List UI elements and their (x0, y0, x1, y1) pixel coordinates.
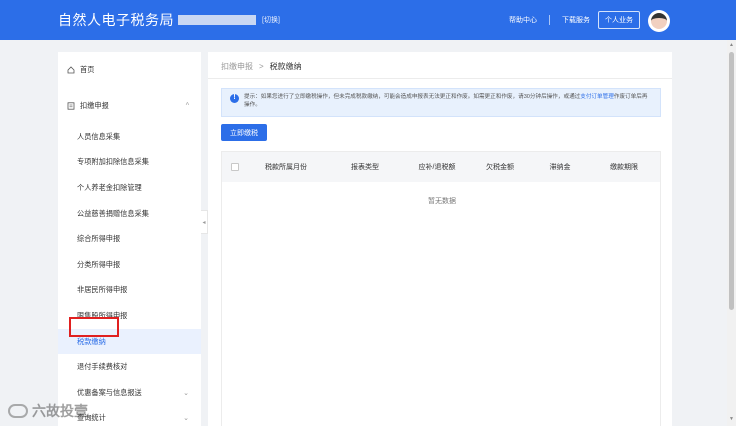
sidebar-item-restricted-stock[interactable]: 限售股所得申报 (58, 303, 201, 329)
scroll-up-arrow-icon[interactable]: ▲ (729, 42, 734, 48)
sidebar-item-tax-payment[interactable]: 税款缴纳 (58, 328, 201, 355)
tax-payment-table: 税款所属月份 报表类型 应补/退税额 欠税金额 滞纳金 缴款期限 暂无数据 (221, 151, 661, 426)
tip-text: 提示：如果您进行了立即缴税操作，但未完成税款缴纳，可能会造成申报表无法更正和作废… (244, 94, 581, 100)
sidebar-item-label: 优惠备案与信息报送 (77, 387, 142, 397)
sidebar-item-label: 综合所得申报 (77, 234, 121, 244)
page-scrollbar-thumb[interactable] (729, 52, 734, 310)
sidebar-item-label: 非居民所得申报 (77, 285, 128, 295)
personal-business-button[interactable]: 个人业务 (598, 11, 640, 29)
select-all-cell (222, 163, 248, 171)
column-header: 报表类型 (351, 164, 379, 171)
app-title: 自然人电子税务局 (58, 12, 174, 28)
chevron-down-icon: ⌄ (183, 415, 189, 423)
select-all-checkbox[interactable] (231, 163, 239, 171)
sidebar-item-special-deduction[interactable]: 专项附加扣除信息采集 (58, 150, 201, 176)
watermark-text: 六故投壹 (32, 403, 88, 419)
payment-order-link[interactable]: 支付订单管理 (580, 94, 614, 100)
column-header: 税款所属月份 (265, 164, 307, 171)
notice-tip: ! 提示：如果您进行了立即缴税操作，但未完成税款缴纳，可能会造成申报表无法更正和… (221, 88, 661, 117)
home-icon (67, 66, 75, 74)
sidebar-item-label: 人员信息采集 (77, 131, 121, 141)
user-avatar[interactable] (648, 10, 670, 32)
sidebar-item-label: 税款缴纳 (77, 336, 106, 346)
breadcrumb: 扣缴申报 > 税款缴纳 (221, 61, 302, 72)
column-header: 应补/退税额 (418, 164, 456, 171)
top-header: 自然人电子税务局 [切换] 帮助中心 下载服务 个人业务 (0, 0, 736, 40)
sidebar-item-label: 限售股所得申报 (77, 310, 128, 320)
watermark-logo-icon (8, 404, 28, 418)
download-service-link[interactable]: 下载服务 (562, 15, 590, 25)
sidebar-group-label: 扣缴申报 (80, 101, 109, 110)
sidebar: 首页 扣缴申报 ^ 人员信息采集 专项附加扣除信息采集 个人养老金扣除管理 公益… (58, 52, 201, 426)
breadcrumb-separator: > (259, 62, 264, 71)
sidebar-item-personnel-info[interactable]: 人员信息采集 (58, 124, 201, 150)
main-content: 扣缴申报 > 税款缴纳 ! 提示：如果您进行了立即缴税操作，但未完成税款缴纳，可… (208, 52, 672, 426)
document-icon (67, 102, 75, 110)
sidebar-item-fee-refund-check[interactable]: 退付手续费核对 (58, 354, 201, 380)
sidebar-item-label: 公益慈善捐赠信息采集 (77, 208, 149, 218)
watermark: 六故投壹 (8, 401, 88, 421)
switch-identity-link[interactable]: [切换] (262, 15, 280, 25)
empty-state-text: 暂无数据 (428, 198, 456, 205)
scroll-down-arrow-icon[interactable]: ▼ (729, 416, 734, 422)
column-header: 缴款期限 (610, 164, 638, 171)
pay-now-button[interactable]: 立即缴税 (221, 124, 267, 141)
sidebar-item-nonresident-income[interactable]: 非居民所得申报 (58, 278, 201, 304)
column-header: 滞纳金 (549, 164, 571, 171)
sidebar-collapse-handle[interactable]: ◂ (201, 210, 208, 234)
sidebar-item-home[interactable]: 首页 (58, 52, 201, 88)
sidebar-home-label: 首页 (80, 65, 95, 74)
chevron-down-icon: ⌄ (183, 389, 189, 397)
sidebar-item-label: 退付手续费核对 (77, 362, 128, 372)
masked-taxpayer-name (178, 15, 256, 25)
breadcrumb-current: 税款缴纳 (269, 62, 302, 71)
sidebar-item-comprehensive-income[interactable]: 综合所得申报 (58, 226, 201, 252)
sidebar-item-label: 个人养老金扣除管理 (77, 182, 142, 192)
header-right-tools: 帮助中心 下载服务 个人业务 (509, 0, 640, 40)
column-header: 欠税金额 (486, 164, 514, 171)
breadcrumb-parent[interactable]: 扣缴申报 (221, 61, 253, 72)
sidebar-item-pension-deduction[interactable]: 个人养老金扣除管理 (58, 175, 201, 201)
sidebar-item-categorized-income[interactable]: 分类所得申报 (58, 252, 201, 278)
sidebar-item-label: 分类所得申报 (77, 259, 121, 269)
header-divider-line (208, 78, 672, 79)
help-center-link[interactable]: 帮助中心 (509, 15, 537, 25)
avatar-face-icon (651, 13, 667, 29)
info-icon: ! (230, 94, 239, 103)
table-header: 税款所属月份 报表类型 应补/退税额 欠税金额 滞纳金 缴款期限 (222, 152, 660, 182)
sidebar-group-withholding[interactable]: 扣缴申报 ^ (58, 88, 201, 124)
header-divider (549, 15, 550, 25)
sidebar-item-charity-donation[interactable]: 公益慈善捐赠信息采集 (58, 201, 201, 227)
chevron-up-icon: ^ (185, 102, 189, 110)
sidebar-item-label: 专项附加扣除信息采集 (77, 157, 149, 167)
